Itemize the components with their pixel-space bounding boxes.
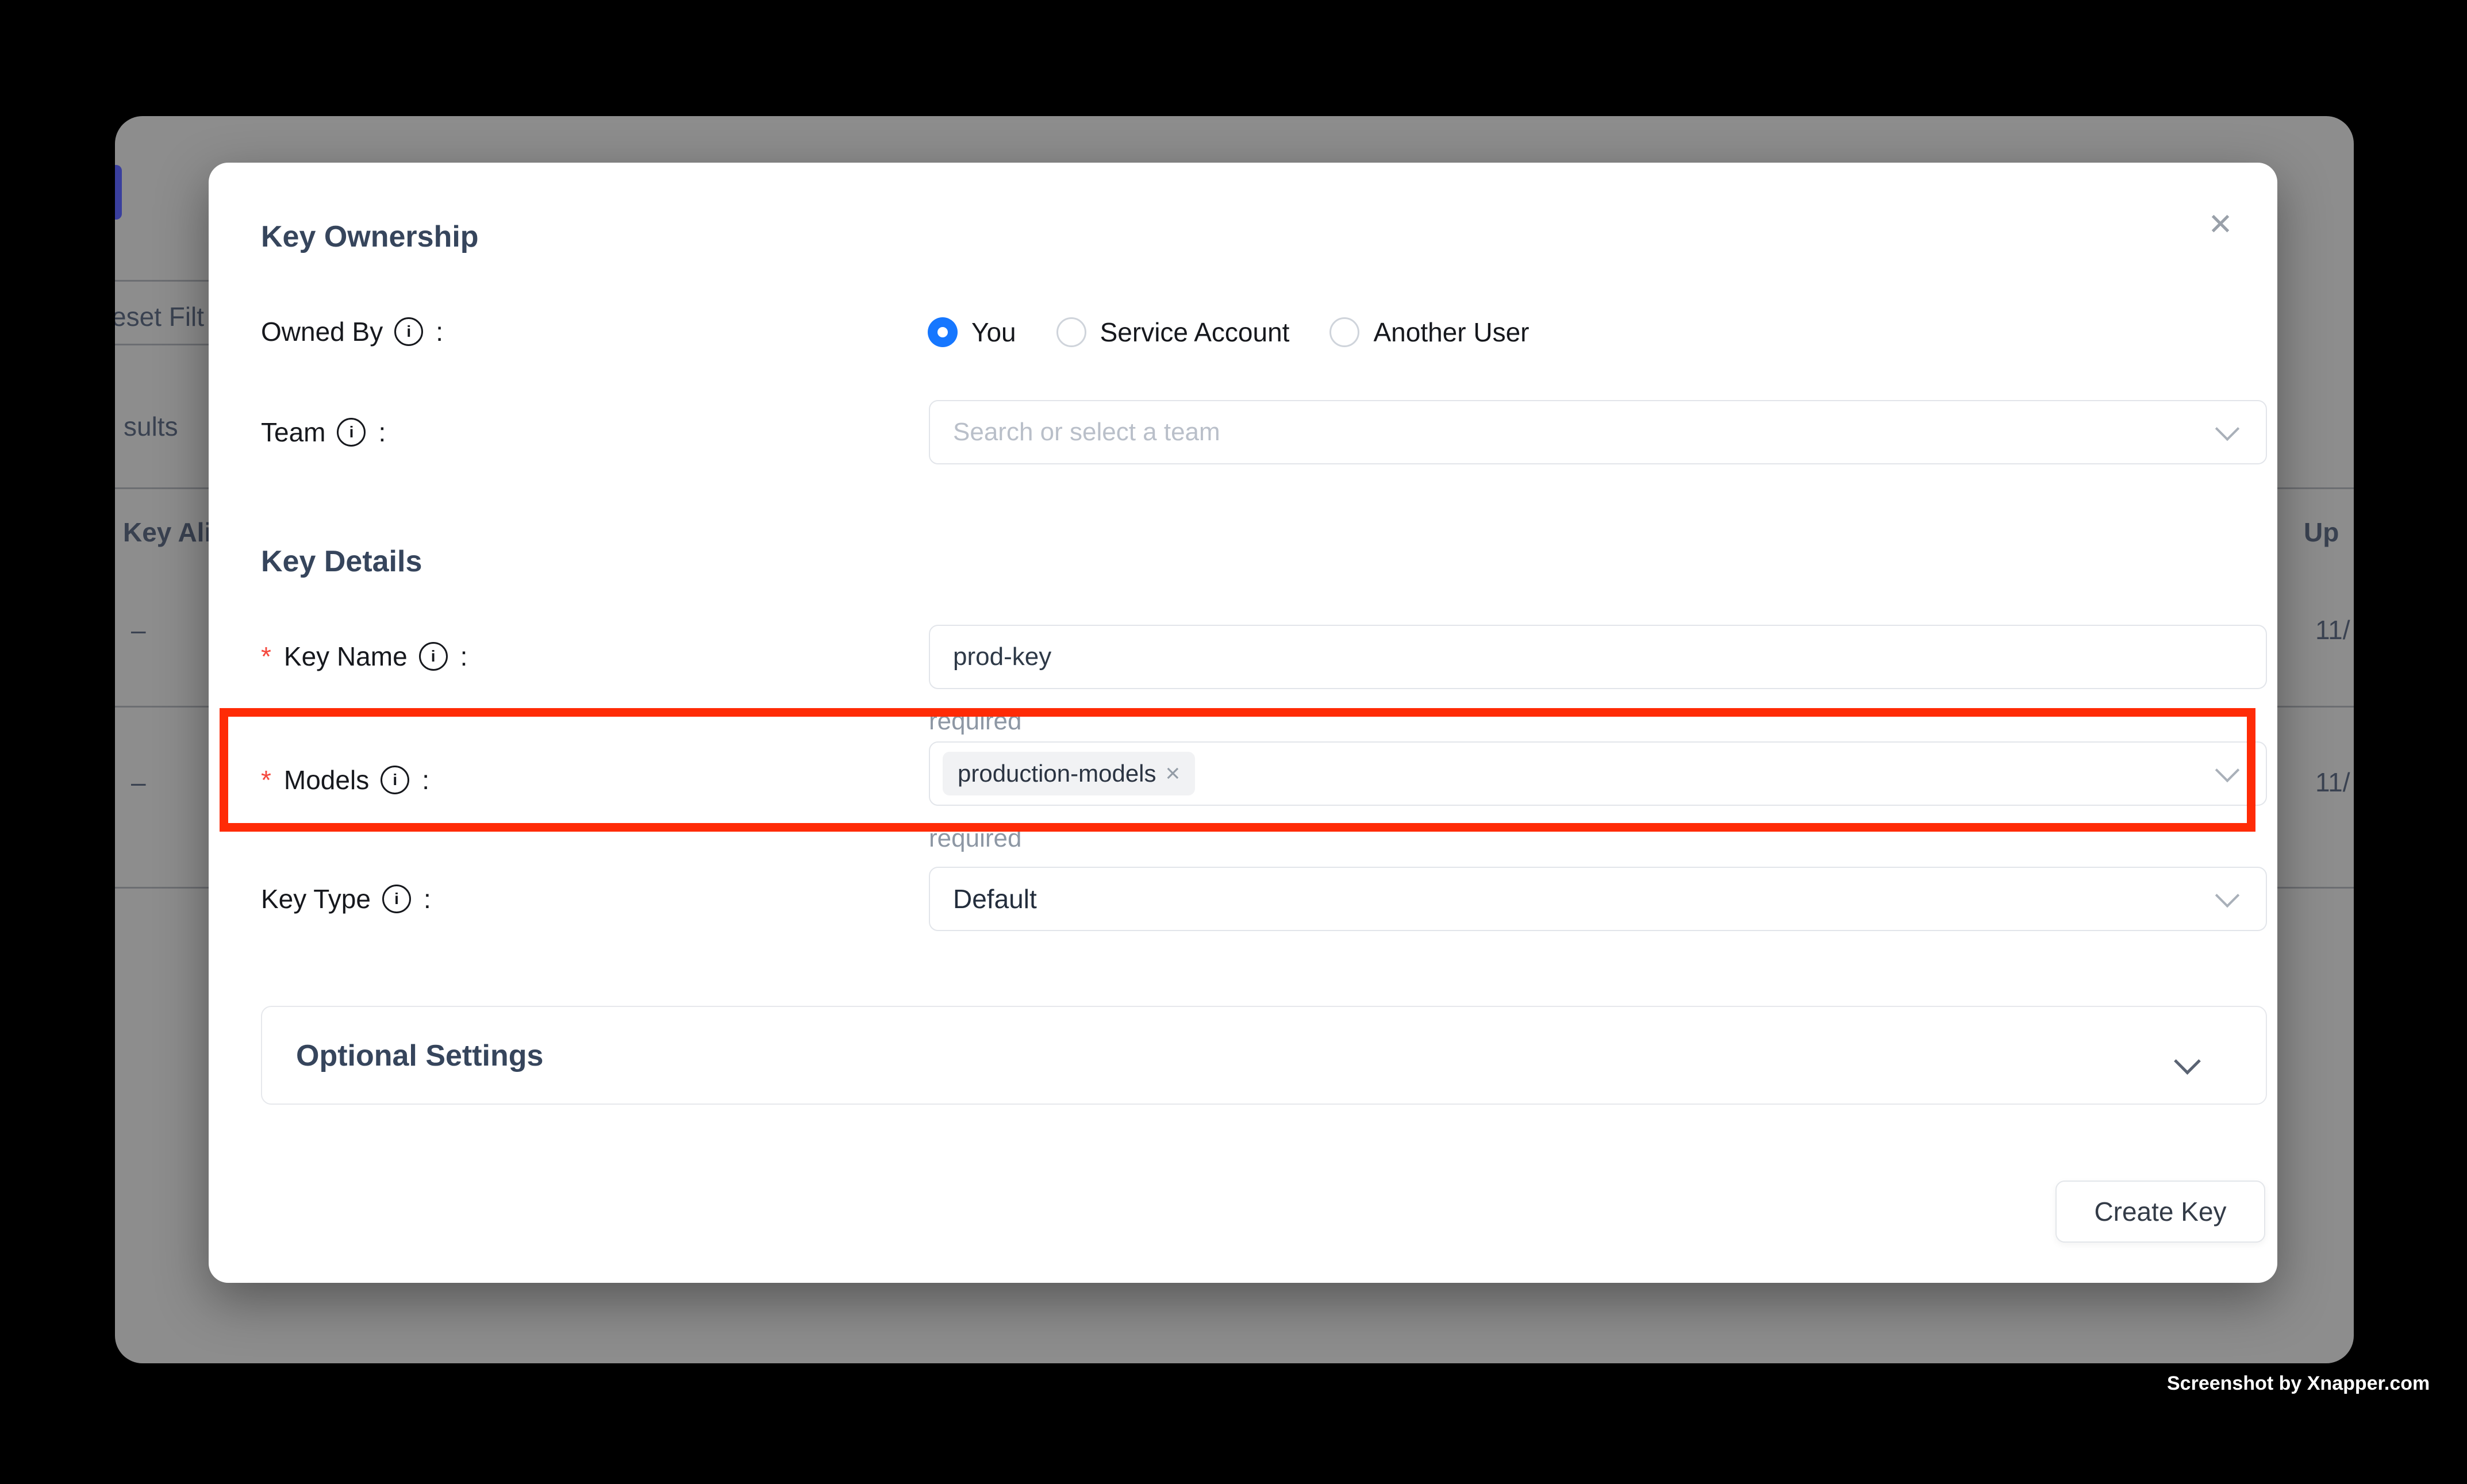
watermark-text: Screenshot by Xnapper.com [2167, 1372, 2430, 1395]
chevron-down-icon [2215, 758, 2239, 782]
key-type-select[interactable]: Default [929, 867, 2267, 931]
selected-model-tag: production-models × [943, 752, 1195, 795]
background-right-strip: Up 11/ 11/ [2277, 116, 2354, 1363]
section-title-key-ownership: Key Ownership [261, 218, 479, 255]
reset-filters-button-fragment[interactable]: eset Filt [115, 301, 204, 332]
remove-tag-icon[interactable]: × [1166, 761, 1181, 786]
key-type-selected-value: Default [953, 883, 1037, 914]
key-type-label: Key Typei: [261, 883, 431, 915]
section-title-key-details: Key Details [261, 543, 422, 580]
radio-another-user-label[interactable]: Another User [1373, 317, 1529, 348]
background-left-strip: eset Filt sults Key Alia – – [115, 116, 210, 1363]
optional-settings-panel[interactable]: Optional Settings [261, 1006, 2267, 1105]
key-name-field-wrap [929, 625, 2267, 689]
column-header-updated: Up [2304, 517, 2339, 548]
radio-service-account-label[interactable]: Service Account [1100, 317, 1290, 348]
radio-service-account[interactable] [1056, 317, 1086, 347]
radio-you-label[interactable]: You [971, 317, 1016, 348]
table-cell-key-alias-row1: – [131, 614, 146, 645]
key-name-label: *Key Namei: [261, 640, 467, 672]
chevron-down-icon [2215, 417, 2239, 441]
close-icon[interactable]: ✕ [2193, 197, 2248, 252]
owned-by-radio-group: You Service Account Another User [928, 317, 1569, 348]
table-cell-updated-row1: 11/ [2315, 614, 2350, 645]
chevron-down-icon [2174, 1048, 2201, 1075]
required-asterisk: * [261, 640, 271, 672]
team-select-placeholder: Search or select a team [953, 418, 1220, 447]
models-select[interactable]: production-models × [929, 741, 2267, 806]
optional-settings-title: Optional Settings [296, 1037, 543, 1074]
chevron-down-icon [2215, 883, 2239, 908]
info-icon[interactable]: i [419, 642, 448, 671]
info-icon[interactable]: i [394, 317, 423, 346]
models-validation: required [929, 824, 1021, 854]
key-name-validation: required [929, 706, 1021, 736]
create-key-modal: ✕ Key Ownership Owned Byi: You Service A… [209, 163, 2277, 1283]
owned-by-label: Owned Byi: [261, 316, 443, 348]
selected-model-tag-label: production-models [958, 760, 1156, 787]
info-icon[interactable]: i [381, 766, 409, 794]
column-header-key-alias: Key Alia [123, 517, 210, 548]
table-cell-updated-row2: 11/ [2315, 767, 2350, 798]
radio-another-user[interactable] [1329, 317, 1359, 347]
radio-you[interactable] [928, 317, 958, 347]
team-select[interactable]: Search or select a team [929, 400, 2267, 464]
info-icon[interactable]: i [382, 885, 411, 913]
results-count-fragment: sults [124, 411, 178, 442]
table-cell-key-alias-row2: – [131, 767, 146, 798]
info-icon[interactable]: i [337, 418, 366, 447]
required-asterisk: * [261, 764, 271, 796]
create-key-button[interactable]: Create Key [2055, 1181, 2265, 1243]
models-label: *Modelsi: [261, 764, 429, 796]
key-name-input[interactable] [953, 643, 2214, 671]
team-label: Teami: [261, 416, 386, 448]
